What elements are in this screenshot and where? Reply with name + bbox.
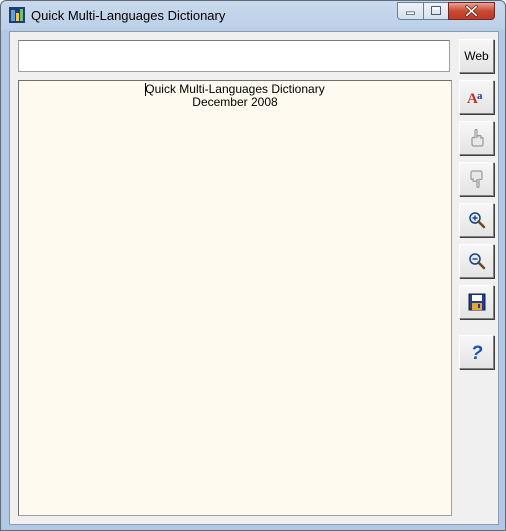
zoom-in-button[interactable] bbox=[459, 203, 494, 237]
zoom-out-button[interactable] bbox=[459, 244, 494, 278]
search-input[interactable] bbox=[19, 41, 449, 71]
result-area[interactable]: Quick Multi-Languages Dictionary Decembe… bbox=[18, 80, 452, 516]
client-area: Quick Multi-Languages Dictionary Decembe… bbox=[9, 31, 499, 525]
web-button[interactable]: Web bbox=[459, 39, 494, 73]
search-box[interactable] bbox=[18, 40, 450, 72]
hand-up-button[interactable] bbox=[459, 121, 494, 155]
svg-text:a: a bbox=[477, 90, 483, 102]
svg-text:?: ? bbox=[471, 343, 483, 362]
close-button[interactable] bbox=[448, 2, 495, 20]
app-icon bbox=[9, 7, 25, 23]
question-mark-icon: ? bbox=[471, 343, 483, 362]
window-title: Quick Multi-Languages Dictionary bbox=[31, 8, 226, 23]
floppy-disk-icon bbox=[468, 293, 485, 311]
hand-down-icon bbox=[469, 170, 483, 189]
title-bar[interactable]: Quick Multi-Languages Dictionary bbox=[1, 1, 505, 31]
result-title-text: Quick Multi-Languages Dictionary bbox=[145, 82, 325, 96]
result-line-date: December 2008 bbox=[192, 95, 278, 109]
zoom-out-icon bbox=[468, 253, 485, 270]
hand-down-button[interactable] bbox=[459, 162, 494, 196]
result-line-title: Quick Multi-Languages Dictionary bbox=[19, 83, 451, 96]
maximize-icon bbox=[431, 6, 441, 15]
zoom-in-icon bbox=[468, 212, 485, 229]
save-button[interactable] bbox=[459, 285, 494, 319]
minimize-icon bbox=[406, 11, 415, 15]
help-button[interactable]: ? bbox=[459, 335, 494, 369]
font-aa-icon: A a bbox=[467, 90, 483, 106]
font-button[interactable]: A a bbox=[459, 80, 494, 114]
hand-up-icon bbox=[470, 128, 484, 147]
app-window: Quick Multi-Languages Dictionary Quick M… bbox=[0, 0, 506, 531]
maximize-button[interactable] bbox=[423, 2, 449, 20]
close-icon bbox=[465, 5, 478, 17]
minimize-button[interactable] bbox=[397, 2, 424, 20]
